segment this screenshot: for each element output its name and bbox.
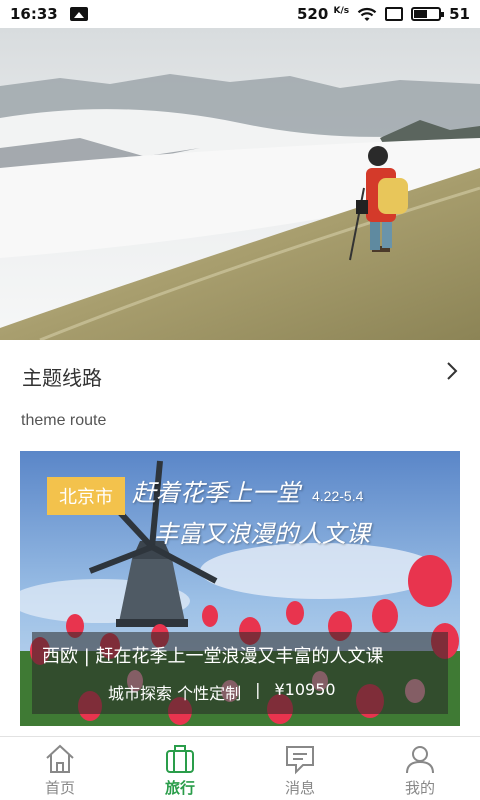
network-speed-unit: K/s [333, 6, 350, 16]
route-title: 西欧 | 赶在花季上一堂浪漫又丰富的人文课 [42, 646, 384, 667]
status-time: 16:33 [10, 5, 58, 23]
tab-home[interactable]: 首页 [0, 737, 120, 800]
tab-travel[interactable]: 旅行 [120, 737, 240, 800]
home-icon [46, 744, 74, 773]
card-headline: 赶着花季上一堂 4.22-5.4 丰富又浪漫的人文课 [132, 473, 370, 549]
tab-messages-label: 消息 [284, 779, 315, 797]
tab-messages[interactable]: 消息 [240, 737, 360, 800]
section-title: 主题线路 [22, 366, 102, 390]
card-headline-line1-row: 赶着花季上一堂 4.22-5.4 [132, 473, 370, 508]
battery-level: 51 [449, 5, 470, 23]
message-icon [286, 746, 314, 775]
route-meta: 城市探索 个性定制 | ¥10950 [108, 680, 336, 704]
card-headline-date: 4.22-5.4 [312, 488, 364, 504]
network-speed: 520 K/s [297, 5, 349, 23]
chevron-right-icon[interactable] [444, 360, 460, 382]
tab-profile[interactable]: 我的 [360, 737, 480, 800]
tab-home-label: 首页 [44, 779, 75, 797]
route-card[interactable]: 北京市 赶着花季上一堂 4.22-5.4 丰富又浪漫的人文课 西欧 | 赶在花季… [20, 451, 460, 726]
card-headline-line2: 丰富又浪漫的人文课 [154, 520, 370, 548]
tab-travel-label: 旅行 [164, 779, 195, 797]
route-card-info: 西欧 | 赶在花季上一堂浪漫又丰富的人文课 城市探索 个性定制 | ¥10950 [32, 632, 448, 714]
screen-icon [385, 7, 404, 21]
luggage-icon [166, 745, 194, 773]
person-icon [406, 746, 434, 774]
route-meta-separator: | [255, 680, 261, 699]
card-headline-line1: 赶着花季上一堂 [132, 479, 300, 507]
bottom-tab-bar: 首页 旅行 消息 我的 [0, 736, 480, 800]
section-subtitle: theme route [21, 412, 107, 429]
route-tags: 城市探索 个性定制 [108, 684, 242, 703]
gallery-notification-icon [69, 7, 88, 21]
route-price: ¥10950 [274, 680, 336, 699]
status-right: 520 K/s 51 [297, 5, 470, 23]
tab-profile-label: 我的 [404, 779, 435, 797]
battery-icon [411, 7, 445, 21]
network-speed-value: 520 [296, 5, 329, 23]
city-tag: 北京市 [47, 477, 125, 515]
hero-banner[interactable] [0, 28, 480, 340]
wifi-icon [357, 7, 377, 21]
status-bar: 16:33 520 K/s 51 [0, 0, 480, 28]
hero-landscape-image [0, 28, 480, 340]
